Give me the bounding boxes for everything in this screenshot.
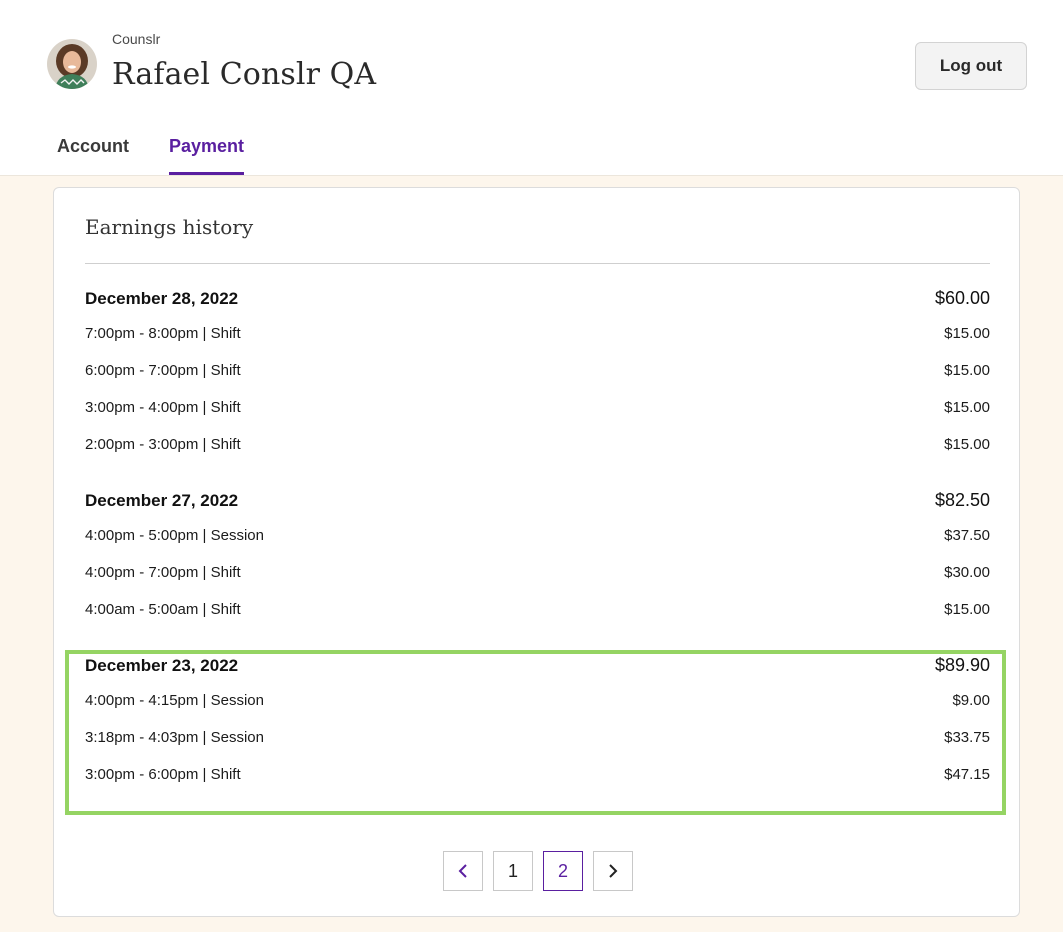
entry-label: 3:18pm - 4:03pm | Session <box>85 729 264 746</box>
earning-entry: 6:00pm - 7:00pm | Shift $15.00 <box>85 362 990 399</box>
day-total: $60.00 <box>934 288 990 308</box>
entry-amount: $15.00 <box>944 399 990 416</box>
entry-label: 2:00pm - 3:00pm | Shift <box>85 436 241 453</box>
earning-entry: 4:00pm - 4:15pm | Session $9.00 <box>85 692 990 729</box>
entry-amount: $15.00 <box>944 601 990 618</box>
earning-entry: 7:00pm - 8:00pm | Shift $15.00 <box>85 325 990 362</box>
title-divider <box>85 263 990 264</box>
entry-label: 6:00pm - 7:00pm | Shift <box>85 362 241 379</box>
logout-button[interactable]: Log out <box>915 42 1027 90</box>
day-header: December 27, 2022 $82.50 <box>85 490 990 527</box>
earning-entry: 4:00pm - 7:00pm | Shift $30.00 <box>85 564 990 601</box>
entry-amount: $15.00 <box>944 362 990 379</box>
earning-entry: 4:00pm - 5:00pm | Session $37.50 <box>85 527 990 564</box>
chevron-left-icon <box>458 864 467 878</box>
earning-entry: 2:00pm - 3:00pm | Shift $15.00 <box>85 436 990 473</box>
prev-page-button[interactable] <box>443 851 483 891</box>
entry-amount: $15.00 <box>944 325 990 342</box>
day-header: December 23, 2022 $89.90 <box>85 655 990 692</box>
entry-label: 4:00pm - 4:15pm | Session <box>85 692 264 709</box>
tab-payment[interactable]: Payment <box>169 133 245 175</box>
day-group: December 27, 2022 $82.50 4:00pm - 5:00pm… <box>85 490 990 638</box>
earnings-card: Earnings history December 28, 2022 $60.0… <box>53 187 1020 917</box>
tab-bar: Account Payment <box>57 133 245 176</box>
page-button-1[interactable]: 1 <box>493 851 533 891</box>
entry-label: 4:00pm - 5:00pm | Session <box>85 527 264 544</box>
earnings-title: Earnings history <box>85 215 254 239</box>
earning-entry: 4:00am - 5:00am | Shift $15.00 <box>85 601 990 638</box>
earning-entry: 3:18pm - 4:03pm | Session $33.75 <box>85 729 990 766</box>
tab-account[interactable]: Account <box>57 133 129 175</box>
day-date: December 28, 2022 <box>85 289 239 308</box>
day-date: December 27, 2022 <box>85 491 239 510</box>
day-date: December 23, 2022 <box>85 656 239 675</box>
top-bar: Counslr Rafael Conslr QA Log out Account… <box>0 0 1063 176</box>
entry-label: 3:00pm - 6:00pm | Shift <box>85 766 241 783</box>
earning-entry: 3:00pm - 6:00pm | Shift $47.15 <box>85 766 990 803</box>
profile-photo-icon <box>47 39 97 89</box>
org-name: Counslr <box>112 31 161 47</box>
day-total: $89.90 <box>934 655 990 675</box>
day-header: December 28, 2022 $60.00 <box>85 288 990 325</box>
chevron-right-icon <box>609 864 618 878</box>
page-button-2[interactable]: 2 <box>543 851 583 891</box>
entry-amount: $30.00 <box>944 564 990 581</box>
avatar <box>47 39 97 89</box>
user-name: Rafael Conslr QA <box>112 57 377 92</box>
entry-label: 4:00am - 5:00am | Shift <box>85 601 241 618</box>
entry-amount: $33.75 <box>944 729 990 746</box>
day-group: December 23, 2022 $89.90 4:00pm - 4:15pm… <box>85 655 990 803</box>
entry-amount: $15.00 <box>944 436 990 453</box>
earning-entry: 3:00pm - 4:00pm | Shift $15.00 <box>85 399 990 436</box>
next-page-button[interactable] <box>593 851 633 891</box>
entry-label: 7:00pm - 8:00pm | Shift <box>85 325 241 342</box>
entry-amount: $47.15 <box>944 766 990 783</box>
entry-label: 3:00pm - 4:00pm | Shift <box>85 399 241 416</box>
entry-amount: $9.00 <box>952 692 990 709</box>
pagination: 1 2 <box>443 851 633 891</box>
day-group: December 28, 2022 $60.00 7:00pm - 8:00pm… <box>85 288 990 473</box>
day-total: $82.50 <box>934 490 990 510</box>
entry-amount: $37.50 <box>944 527 990 544</box>
entry-label: 4:00pm - 7:00pm | Shift <box>85 564 241 581</box>
